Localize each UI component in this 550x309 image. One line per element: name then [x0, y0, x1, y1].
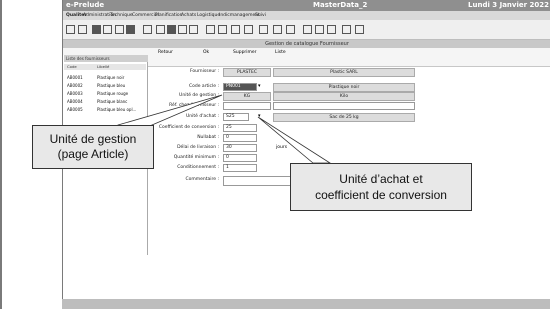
list-button[interactable]: Liste — [275, 50, 286, 55]
list-item[interactable]: AB0001 Plastique noir — [64, 74, 146, 81]
unite-gestion-field: KG — [223, 92, 271, 101]
window-title: MasterData_2 — [313, 1, 368, 9]
list-item-label: Plastique blanc — [97, 99, 128, 104]
save-icon[interactable] — [126, 25, 135, 34]
qte-min-field[interactable]: 0 — [223, 154, 257, 162]
code-article-label: Code article : — [188, 84, 219, 89]
users-icon[interactable] — [189, 25, 198, 34]
ref-fournisseur-field[interactable] — [223, 102, 271, 110]
list-item[interactable]: AB0004 Plastique blanc — [64, 98, 146, 105]
help-icon[interactable] — [327, 25, 336, 34]
status-bar — [62, 299, 550, 309]
info-icon[interactable] — [342, 25, 351, 34]
menu-item-logistique[interactable]: Logistique — [197, 13, 220, 18]
image-icon[interactable] — [303, 25, 312, 34]
folder-icon[interactable] — [92, 25, 101, 34]
menu-item-planification[interactable]: Planification — [155, 13, 183, 18]
list-item-code: AB0002 — [67, 83, 83, 88]
ok-button[interactable]: Ok — [203, 50, 209, 55]
list-item[interactable]: AB0002 Plastique bleu — [64, 82, 146, 89]
list-item-label: Plastique bleu opl... — [97, 107, 137, 112]
list-item-label: Plastique rouge — [97, 91, 129, 96]
unite-achat-select[interactable]: S25 — [223, 113, 249, 121]
chevron-down-icon[interactable]: ▾ — [258, 113, 268, 120]
filter-icon[interactable] — [231, 25, 240, 34]
unite-achat-label: Unité d'achat : — [185, 114, 219, 119]
report-icon[interactable] — [315, 25, 324, 34]
fournisseur-field[interactable]: PLASTEC — [223, 68, 271, 77]
app-name: e-Prelude — [66, 1, 105, 9]
menu-item-suivi[interactable]: Suivi — [255, 13, 266, 18]
calendar-icon[interactable] — [206, 25, 215, 34]
delai-field[interactable]: 30 — [223, 144, 257, 152]
toolbar — [63, 20, 550, 40]
callout-unite-achat: Unité d’achat et coefficient de conversi… — [290, 163, 472, 211]
callout-unite-gestion: Unité de gestion (page Article) — [32, 125, 154, 169]
list-item[interactable]: AB0005 Plastique bleu opl... — [64, 106, 146, 113]
fournisseur-label: Fournisseur : — [189, 69, 219, 74]
ref-fournisseur-desc-field[interactable] — [273, 102, 415, 110]
grid-icon[interactable] — [143, 25, 152, 34]
commentaire-label: Commentaire : — [185, 177, 219, 182]
chart-icon[interactable] — [178, 25, 187, 34]
edit-icon[interactable] — [103, 25, 112, 34]
layers-icon[interactable] — [259, 25, 268, 34]
chevron-down-icon[interactable]: ▾ — [258, 83, 268, 90]
arrow-up-icon[interactable] — [355, 25, 364, 34]
table-icon[interactable] — [167, 25, 176, 34]
menu-item-achats[interactable]: Achats — [181, 13, 196, 18]
list-item-code: AB0001 — [67, 75, 83, 80]
menu-item-technique[interactable]: Technique — [110, 13, 133, 18]
list-item-label: Plastique bleu — [97, 83, 126, 88]
list-item-code: AB0004 — [67, 99, 83, 104]
menu-item-indicmanagement[interactable]: Indicmanagement — [219, 13, 260, 18]
refresh-icon[interactable] — [286, 25, 295, 34]
list-item[interactable]: AB0003 Plastique rouge — [64, 90, 146, 97]
section-title: Gestion de catalogue Fournisseur — [63, 40, 550, 48]
list-header-label: Libellé — [97, 64, 110, 69]
list-item-code: AB0003 — [67, 91, 83, 96]
date-label: Lundi 3 Janvier 2022 — [468, 1, 549, 9]
menu-bar: Qualiter Administration Technique Commer… — [63, 11, 550, 20]
coefficient-field[interactable]: 25 — [223, 124, 257, 132]
code-article-select[interactable]: PN001 — [223, 83, 257, 91]
title-bar: e-Prelude MasterData_2 Lundi 3 Janvier 2… — [63, 0, 550, 11]
gear-icon[interactable] — [273, 25, 282, 34]
list-title: Liste des fournisseurs — [64, 55, 148, 62]
tag-icon[interactable] — [218, 25, 227, 34]
nullable-field[interactable]: 0 — [223, 134, 257, 142]
delete-button[interactable]: Supprimer — [233, 50, 257, 55]
new-doc-icon[interactable] — [66, 25, 75, 34]
clipboard-icon[interactable] — [115, 25, 124, 34]
unite-gestion-label: Unité de gestion : — [179, 93, 219, 98]
settings-icon[interactable] — [156, 25, 165, 34]
code-article-desc: Plastique noir — [273, 83, 415, 92]
fournisseur-name: Plastic SARL — [273, 68, 415, 77]
list-header-code: Code — [67, 64, 77, 69]
unite-gestion-desc: Kilo — [273, 92, 415, 101]
list-item-code: AB0005 — [67, 107, 83, 112]
outer-border — [0, 0, 2, 309]
ref-fournisseur-label: Réf. chez fournisseur : — [169, 103, 219, 108]
list-header: Code Libellé — [64, 64, 146, 70]
conditionnement-field[interactable]: 1 — [223, 164, 257, 172]
print-icon[interactable] — [78, 25, 87, 34]
delai-unit: jours — [276, 145, 288, 150]
unite-achat-desc: Sac de 25 kg — [273, 113, 415, 122]
list-item-label: Plastique noir — [97, 75, 125, 80]
stop-icon[interactable] — [244, 25, 253, 34]
retour-button[interactable]: Retour — [158, 50, 173, 55]
